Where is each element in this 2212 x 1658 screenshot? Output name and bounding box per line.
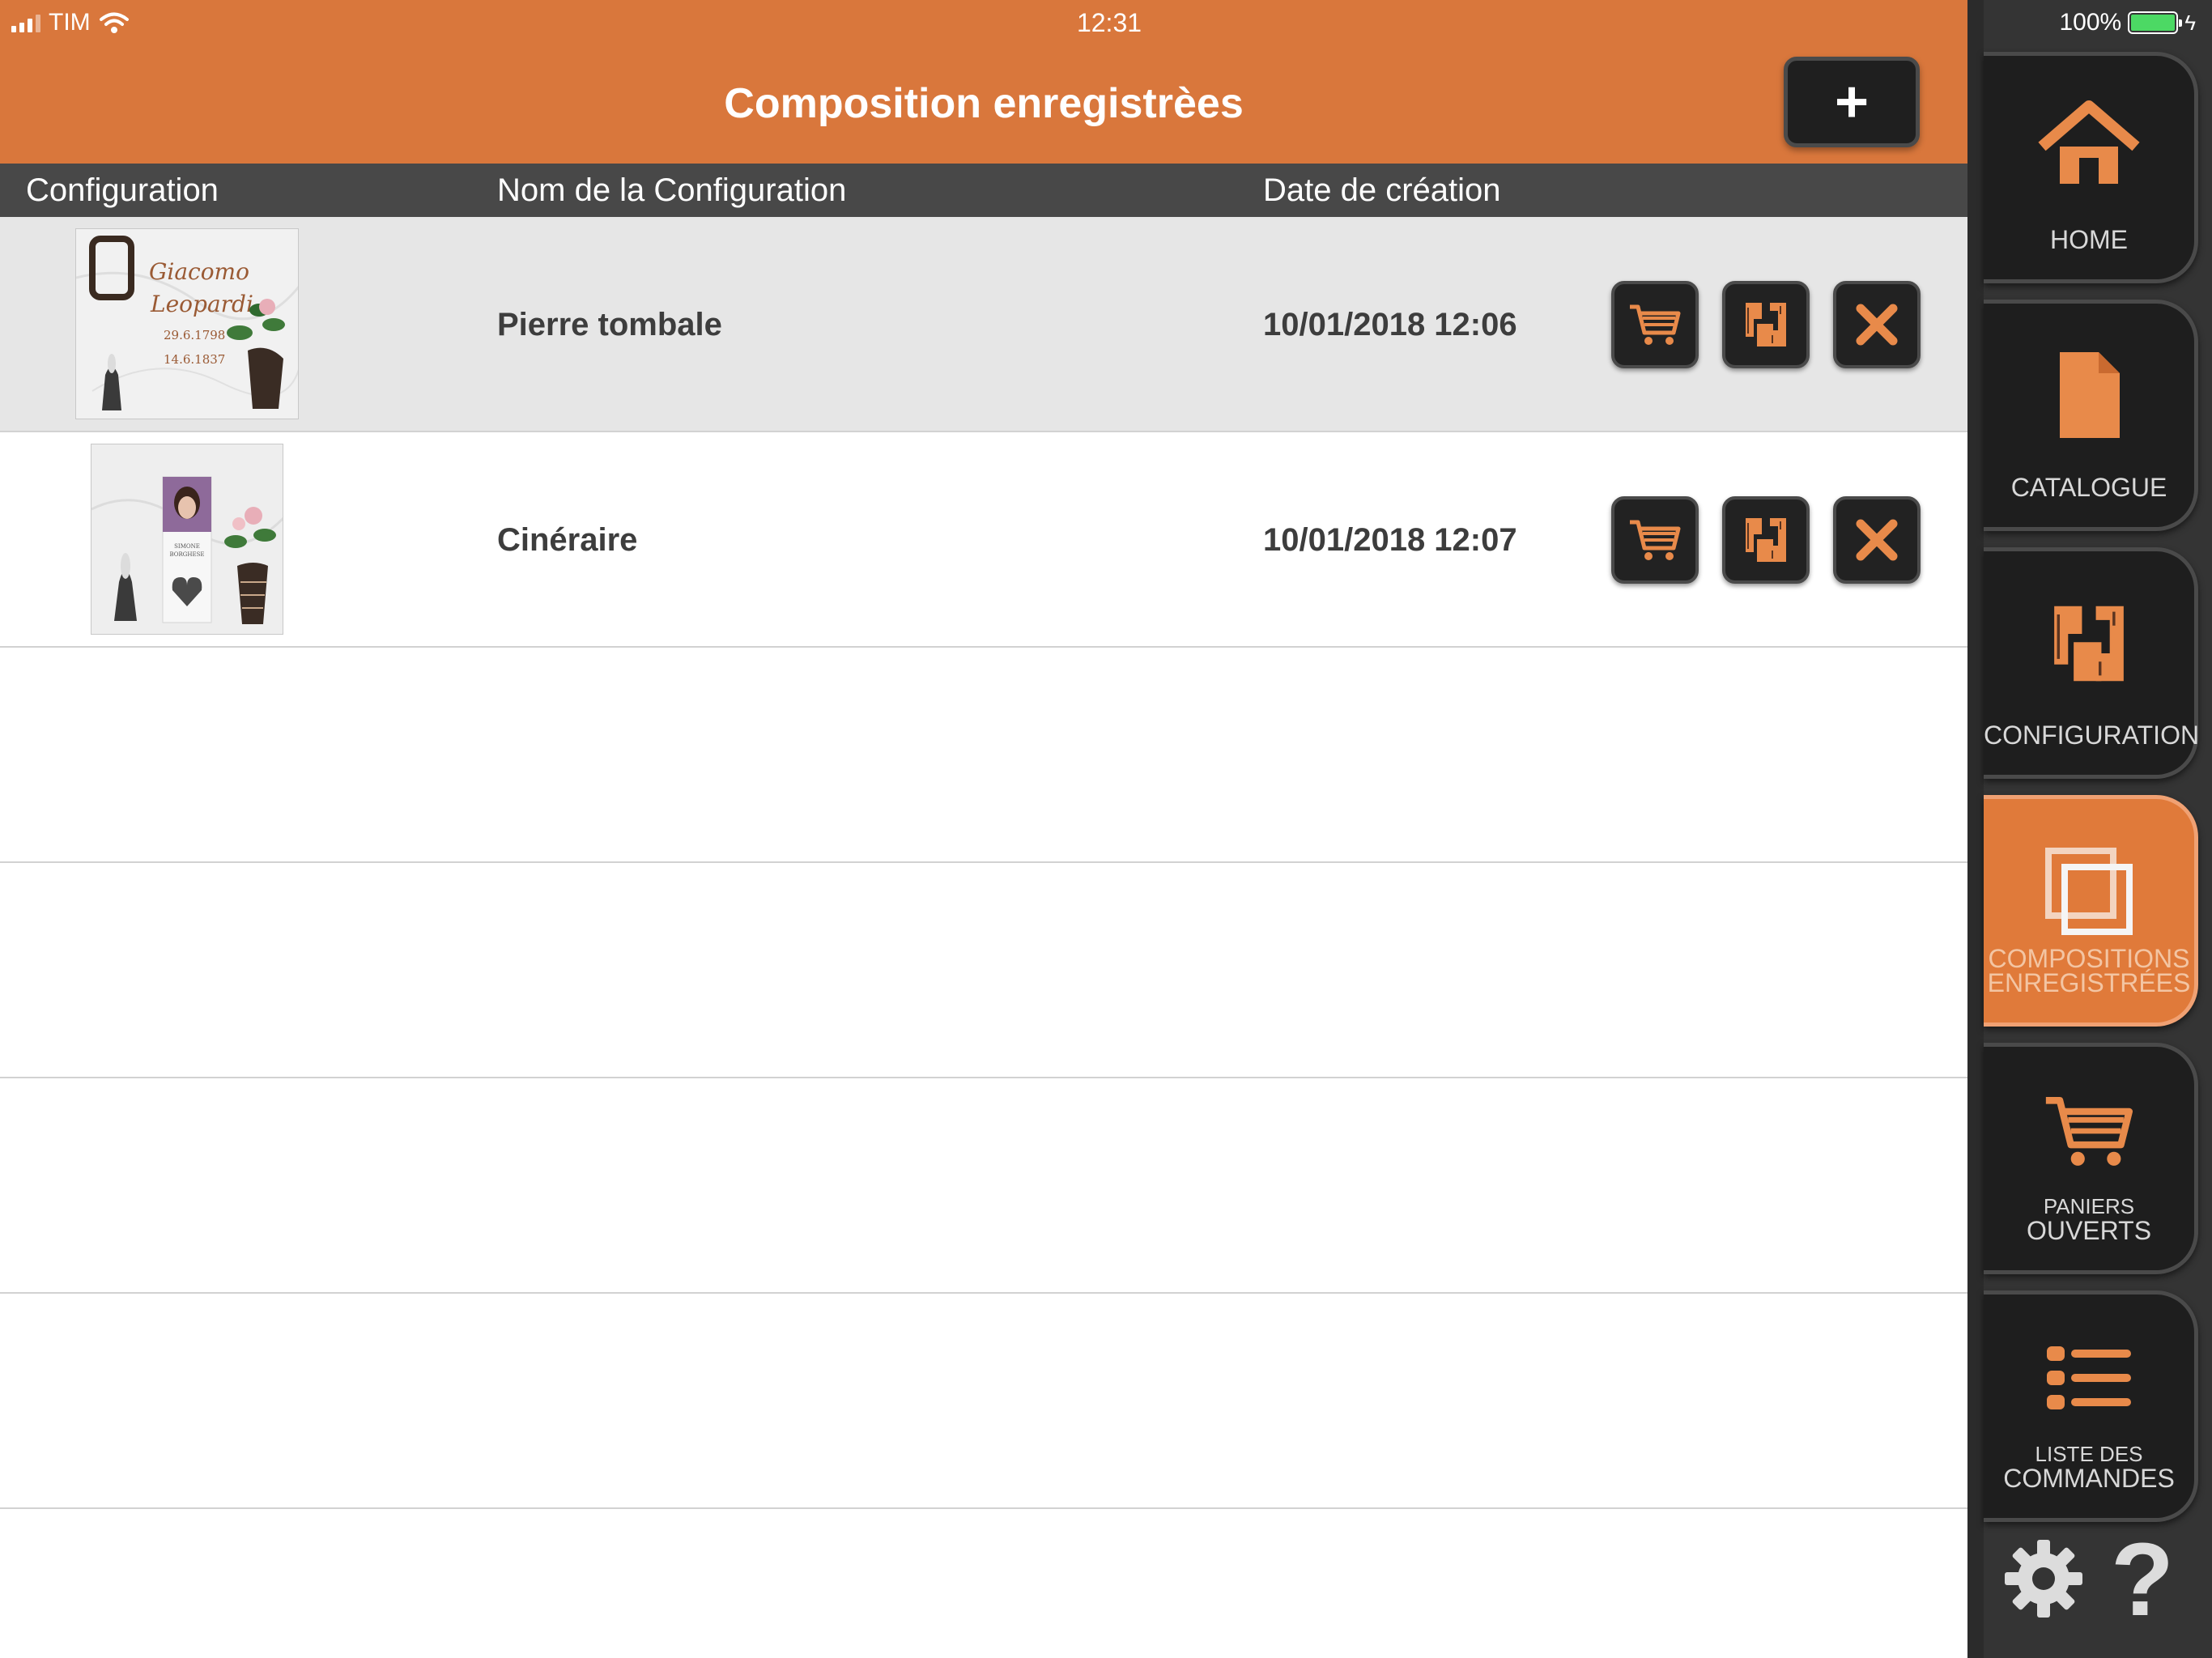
column-header-date[interactable]: Date de création [1263,164,1501,217]
column-header-configuration[interactable]: Configuration [26,164,219,217]
edit-configuration-button[interactable] [1722,281,1810,368]
composition-thumbnail: Giacomo Leopardi 29.6.1798 14.6.1837 [75,228,299,419]
table-header: Configuration Nom de la Configuration Da… [0,164,1967,217]
cinerary-preview-image: SIMONE BORGHESE [91,444,283,634]
document-icon [2060,352,2120,438]
creation-date: 10/01/2018 12:06 [1263,307,1517,342]
nav-label: CONFIGURATION [1984,721,2200,750]
tombstone-preview-image: Giacomo Leopardi 29.6.1798 14.6.1837 [76,229,298,419]
creation-date: 10/01/2018 12:07 [1263,522,1517,558]
svg-text:Giacomo: Giacomo [149,258,249,285]
main-content: TIM 12:31 Composition enregistrèes + Con… [0,0,1967,1658]
nav-catalogue[interactable]: CATALOGUE [1984,300,2198,531]
configuration-icon [1746,518,1786,562]
compositions-icon [2045,848,2133,935]
charging-icon: ϟ [2184,10,2196,35]
nav-configuration[interactable]: CONFIGURATION [1984,547,2200,779]
nav-label: CATALOGUE [2010,473,2167,502]
battery-icon [2128,11,2183,34]
nav-home[interactable]: HOME [1984,52,2198,283]
edit-configuration-button[interactable] [1722,496,1810,584]
nav-label: PANIERS OUVERTS [2026,1194,2152,1245]
close-icon [1856,304,1898,346]
nav-liste-des-commandes[interactable]: LISTE DES COMMANDES [1984,1290,2198,1522]
battery-percent: 100% [2059,9,2122,36]
help-icon[interactable]: ? [2110,1528,2175,1632]
empty-row [0,648,1967,863]
home-icon [2038,100,2140,184]
cart-icon [1630,520,1681,560]
add-composition-button[interactable]: + [1784,57,1920,147]
svg-text:SIMONE: SIMONE [174,543,200,550]
nav-compositions-enregistrees[interactable]: COMPOSITIONS ENREGISTRÉES [1984,795,2198,1027]
status-time: 12:31 [1076,8,1142,37]
cart-icon [2045,1097,2133,1166]
configuration-icon [2054,606,2124,682]
empty-row [0,1078,1967,1294]
nav-label: COMPOSITIONS ENREGISTRÉES [1987,944,2191,997]
list-icon [2047,1346,2131,1409]
configuration-icon [1746,303,1786,346]
delete-button[interactable] [1833,281,1921,368]
column-header-name[interactable]: Nom de la Configuration [497,164,846,217]
svg-text:Leopardi: Leopardi [150,291,253,317]
nav-paniers-ouverts[interactable]: PANIERS OUVERTS [1984,1043,2198,1274]
close-icon [1856,519,1898,561]
page-title: Composition enregistrèes [724,80,1244,127]
composition-name: Cinéraire [497,522,638,558]
delete-button[interactable] [1833,496,1921,584]
svg-text:29.6.1798: 29.6.1798 [164,328,225,342]
add-to-cart-button[interactable] [1611,281,1699,368]
cart-icon [1630,304,1681,345]
nav-label: LISTE DES COMMANDES [2003,1442,2175,1493]
svg-text:BORGHESE: BORGHESE [170,551,205,558]
sidebar: 100% ϟ HOME CATALOGUE CONFIGURATION COMP… [1984,0,2212,1658]
gear-icon[interactable] [2003,1538,2084,1619]
svg-text:14.6.1837: 14.6.1837 [164,352,225,367]
table-row[interactable]: Giacomo Leopardi 29.6.1798 14.6.1837 Pie… [0,217,1967,432]
add-to-cart-button[interactable] [1611,496,1699,584]
status-bar-right: 100% ϟ [2060,6,2197,39]
empty-row [0,863,1967,1078]
composition-thumbnail: SIMONE BORGHESE [91,444,283,635]
table-row[interactable]: SIMONE BORGHESE Cinéraire 10/01/2018 12:… [0,432,1967,648]
empty-row [0,1294,1967,1509]
composition-name: Pierre tombale [497,307,722,342]
nav-label: HOME [2050,225,2128,254]
panel-divider [1967,0,1984,1658]
top-bar: TIM 12:31 Composition enregistrèes + [0,0,1967,164]
